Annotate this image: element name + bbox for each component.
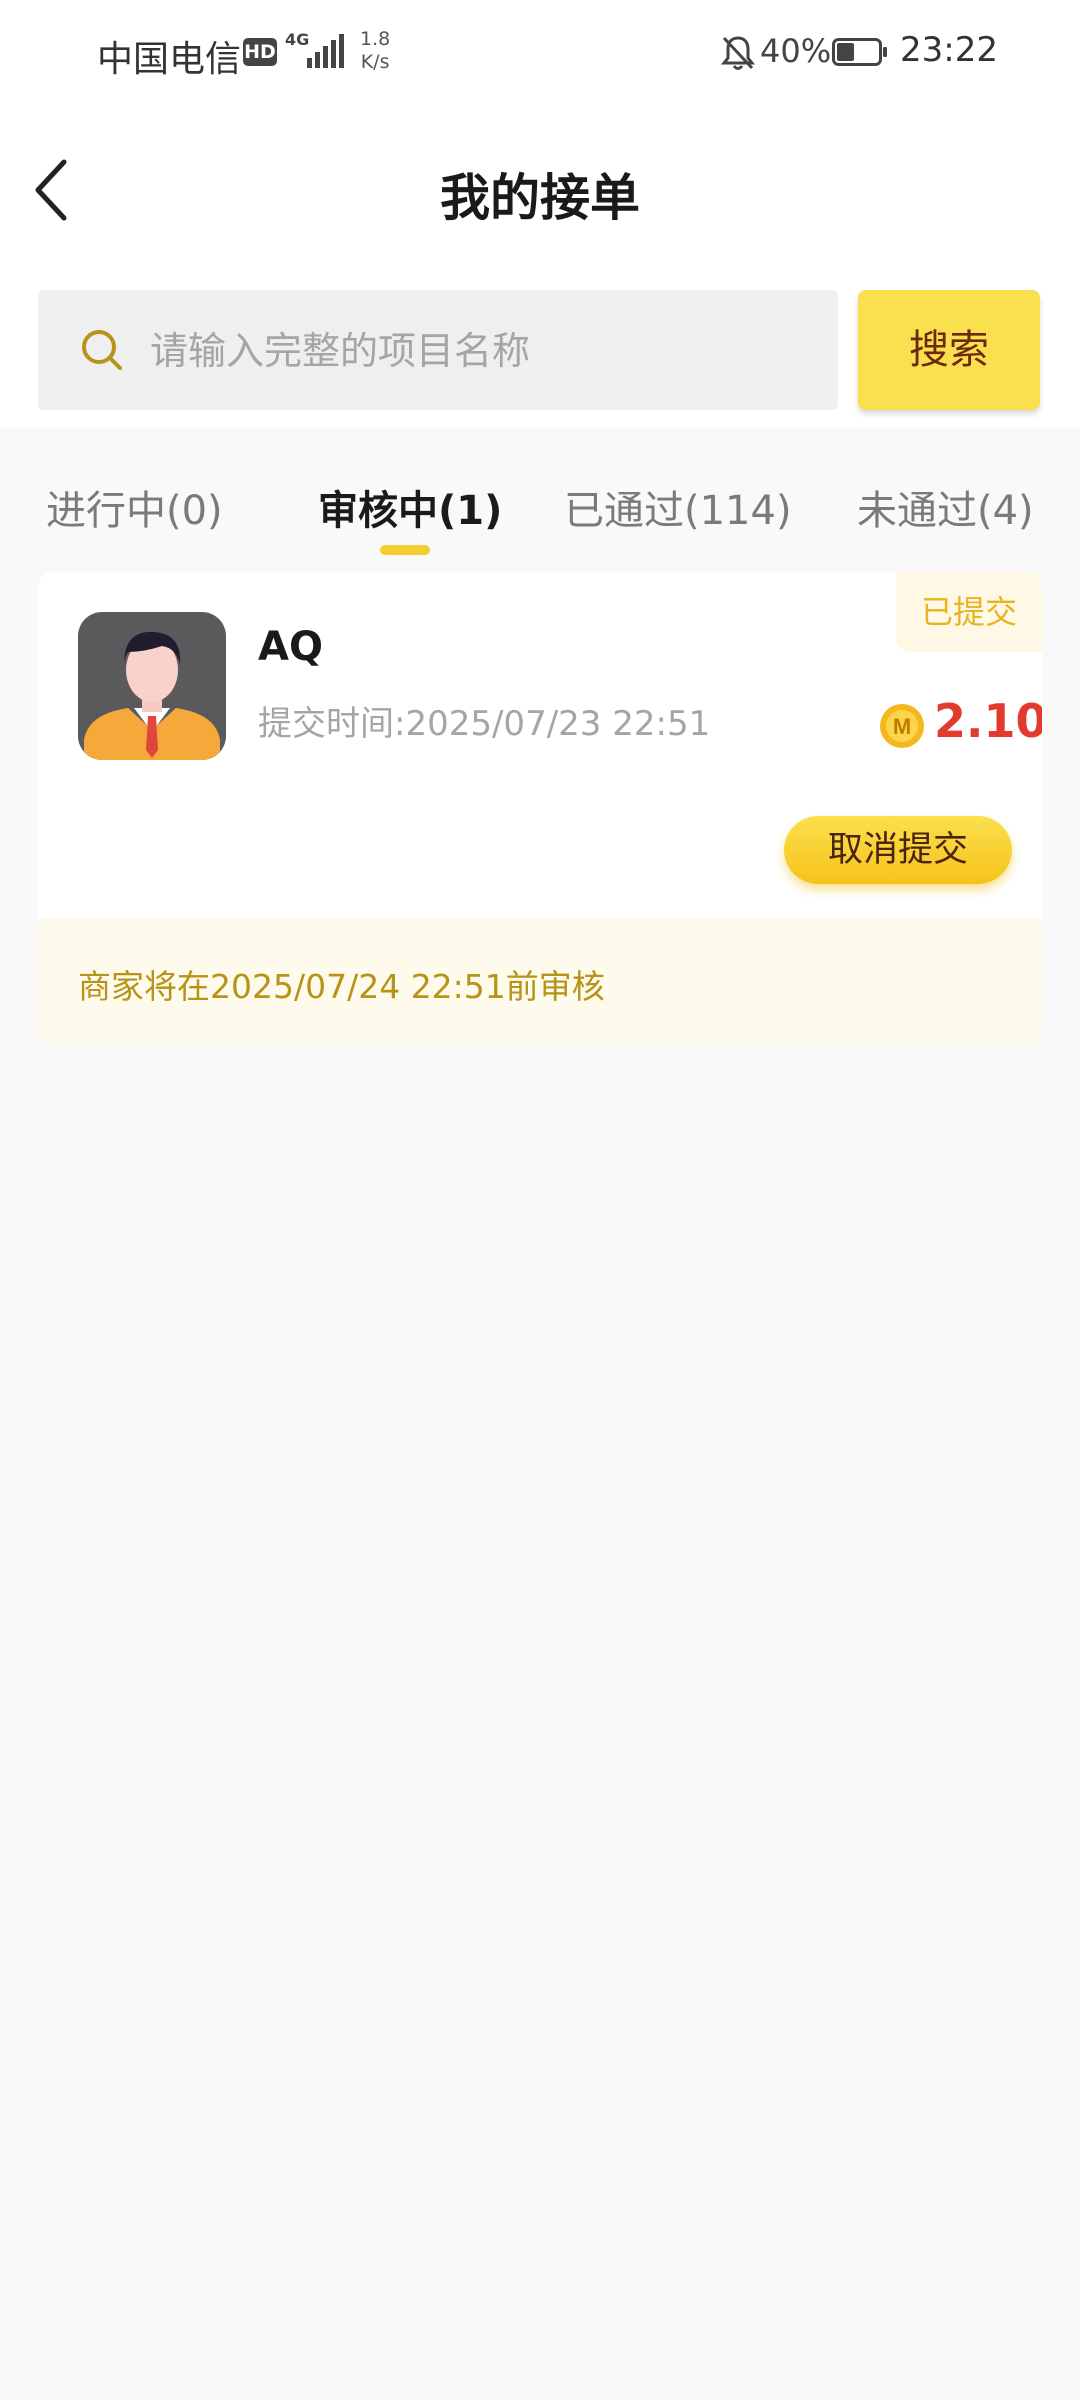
tab-in-progress[interactable]: 进行中(0) <box>46 478 223 536</box>
review-deadline-note: 商家将在2025/07/24 22:51前审核 <box>38 918 1042 1046</box>
status-badge: 已提交 <box>896 572 1042 652</box>
bell-off-icon <box>720 36 756 70</box>
order-card[interactable]: 已提交 AQ 提交时间:2025/07/23 22:51 M 2.10 取消提交… <box>38 572 1042 1046</box>
submit-time: 提交时间:2025/07/23 22:51 <box>258 704 711 744</box>
net-speed-unit: K/s <box>360 51 390 73</box>
my-orders-page: 中国电信 HD 4G 1.8 K/s 40% 23:22 我的接单 请输入完整的… <box>0 0 1080 2400</box>
net-speed-value: 1.8 <box>360 28 391 50</box>
page-title: 我的接单 <box>440 169 640 227</box>
coin-letter: M <box>893 714 911 739</box>
avatar <box>78 612 226 760</box>
battery-percent: 40% <box>760 32 832 70</box>
carrier-name: 中国电信 <box>97 39 242 80</box>
search-icon <box>82 330 122 370</box>
net-speed: 1.8 K/s <box>360 28 390 74</box>
battery-icon <box>832 38 887 66</box>
tab-approved[interactable]: 已通过(114) <box>564 478 792 536</box>
active-tab-indicator <box>380 545 430 555</box>
task-name: AQ <box>258 624 323 670</box>
tab-under-review[interactable]: 审核中(1) <box>318 478 502 536</box>
hd-badge: HD <box>243 38 277 66</box>
review-note-text: 商家将在2025/07/24 22:51前审核 <box>78 967 605 1006</box>
header: 我的接单 <box>0 110 1080 280</box>
clock: 23:22 <box>900 30 998 70</box>
coin-icon: M <box>880 704 924 748</box>
search-input[interactable] <box>148 310 812 392</box>
search-box[interactable] <box>38 290 838 410</box>
search-bar: 搜索 <box>0 280 1080 428</box>
reward-amount: 2.10 <box>934 694 1042 748</box>
cancel-submission-button[interactable]: 取消提交 <box>784 816 1012 884</box>
search-button[interactable]: 搜索 <box>858 290 1040 410</box>
status-bar: 中国电信 HD 4G 1.8 K/s 40% 23:22 <box>0 0 1080 110</box>
tab-rejected[interactable]: 未通过(4) <box>857 478 1034 536</box>
order-status-tabs: 进行中(0) 审核中(1) 已通过(114) 未通过(4) <box>0 428 1080 568</box>
signal-icon <box>307 34 344 68</box>
